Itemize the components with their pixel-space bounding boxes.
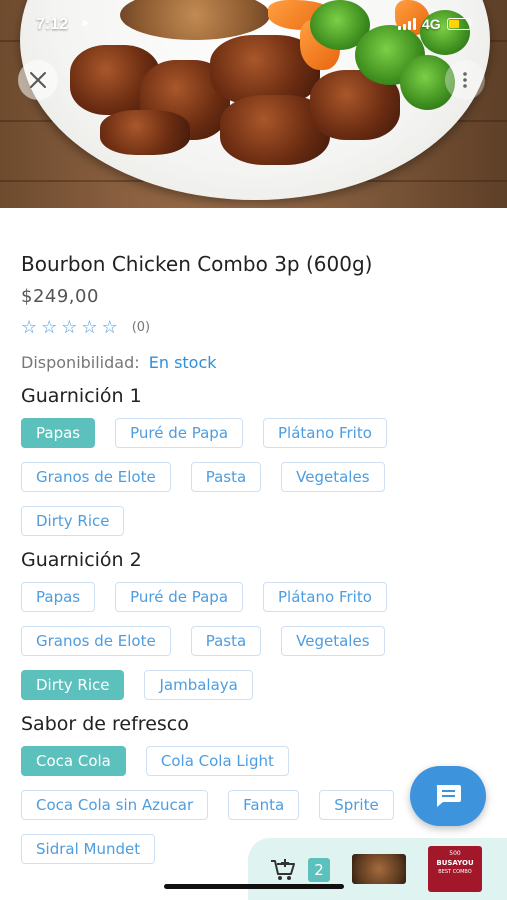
product-title: Bourbon Chicken Combo 3p (600g) [21, 252, 373, 276]
availability-label: Disponibilidad: [21, 353, 140, 372]
star-outline-icon[interactable]: ☆ [81, 317, 97, 338]
option-group-title: Guarnición 1 [21, 385, 142, 407]
cart-item-thumbnail[interactable]: 500 BUSAYOU BEST COMBO [428, 846, 482, 892]
option-chip[interactable]: Puré de Papa [115, 418, 244, 448]
option-chip[interactable]: Vegetales [281, 462, 385, 492]
option-chip[interactable]: Papas [21, 418, 96, 448]
option-chip[interactable]: Granos de Elote [21, 462, 171, 492]
rating-stars[interactable]: ☆ ☆ ☆ ☆ ☆ [21, 317, 118, 338]
more-vertical-icon [463, 72, 467, 88]
star-outline-icon[interactable]: ☆ [102, 317, 118, 338]
product-price: $249,00 [21, 286, 99, 307]
option-chip[interactable]: Coca Cola [21, 746, 126, 776]
option-chip[interactable]: Dirty Rice [21, 506, 125, 536]
star-outline-icon[interactable]: ☆ [41, 317, 57, 338]
thumb-brand-text: BUSAYOU [436, 859, 474, 867]
chat-icon [436, 785, 461, 807]
option-chip[interactable]: Coca Cola sin Azucar [21, 790, 209, 820]
home-indicator [164, 884, 344, 889]
option-chip[interactable]: Pasta [190, 626, 262, 656]
close-button[interactable] [18, 60, 58, 100]
option-chip[interactable]: Vegetales [281, 626, 385, 656]
battery-icon [446, 18, 471, 30]
chicken-piece [100, 110, 190, 155]
cart-count: 2 [308, 858, 330, 882]
rating[interactable]: ☆ ☆ ☆ ☆ ☆ (0) [21, 317, 491, 338]
more-button[interactable] [445, 60, 485, 100]
status-time: 7:12 [36, 16, 69, 33]
thumb-sub-text: BEST COMBO [438, 869, 472, 875]
star-outline-icon[interactable]: ☆ [21, 317, 37, 338]
option-chip[interactable]: Cola Cola Light [145, 746, 289, 776]
option-chip[interactable]: Pasta [190, 462, 262, 492]
option-chip[interactable]: Sidral Mundet [21, 834, 156, 864]
option-chip[interactable]: Plátano Frito [263, 582, 387, 612]
cart-item-thumbnail[interactable] [352, 854, 406, 884]
signal-icon [398, 18, 416, 30]
chat-button[interactable] [410, 766, 486, 826]
availability-value: En stock [148, 353, 217, 372]
option-chip[interactable]: Papas [21, 582, 96, 612]
option-chip[interactable]: Puré de Papa [115, 582, 244, 612]
option-group-title: Sabor de refresco [21, 713, 189, 735]
option-chip[interactable]: Granos de Elote [21, 626, 171, 656]
option-chips: Papas Puré de Papa Plátano Frito Granos de … [21, 582, 491, 700]
option-chip[interactable]: Fanta [228, 790, 300, 820]
option-chip[interactable]: Plátano Frito [263, 418, 387, 448]
cart-add-icon[interactable] [270, 858, 296, 882]
close-icon [30, 72, 46, 88]
thumb-top-text: 500 [449, 850, 461, 857]
cart-bar[interactable]: 2 500 BUSAYOU BEST COMBO [248, 838, 507, 900]
status-network: 4G [398, 16, 471, 32]
network-type: 4G [422, 16, 441, 32]
option-chips: Papas Puré de Papa Plátano Frito Granos de … [21, 418, 491, 536]
option-chip[interactable]: Sprite [319, 790, 394, 820]
option-chip[interactable]: Jambalaya [144, 670, 253, 700]
option-chip[interactable]: Dirty Rice [21, 670, 125, 700]
option-group-title: Guarnición 2 [21, 549, 142, 571]
star-outline-icon[interactable]: ☆ [61, 317, 77, 338]
rating-count: (0) [131, 319, 151, 335]
location-arrow-icon: ➤ [80, 16, 91, 30]
availability: Disponibilidad: En stock [21, 353, 491, 372]
